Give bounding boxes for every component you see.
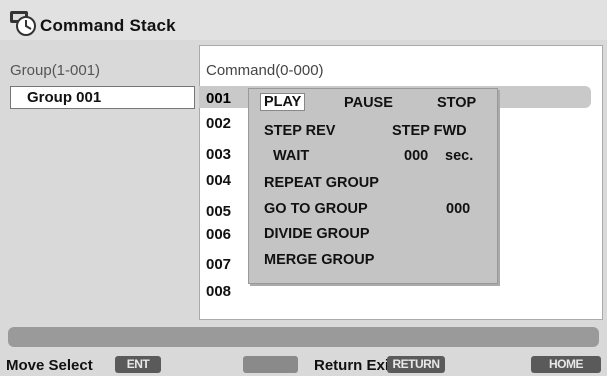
enter-button[interactable]: ENT bbox=[115, 356, 161, 373]
command-row-002[interactable]: 002 bbox=[206, 115, 242, 132]
status-bar bbox=[8, 327, 599, 347]
home-menu-button[interactable]: HOME MENU bbox=[531, 356, 601, 373]
command-row-008[interactable]: 008 bbox=[206, 283, 242, 300]
command-row-004[interactable]: 004 bbox=[206, 172, 242, 189]
blank-button[interactable] bbox=[243, 356, 298, 373]
return-exit-label: Return Exit bbox=[314, 357, 395, 374]
header-bar: Command Stack bbox=[0, 0, 607, 40]
command-stack-icon bbox=[10, 11, 36, 36]
group-item-label: Group 001 bbox=[27, 89, 102, 106]
menu-item-pause[interactable]: PAUSE bbox=[344, 95, 393, 111]
page-title: Command Stack bbox=[40, 16, 176, 35]
group-list-item[interactable]: Group 001 bbox=[10, 86, 195, 109]
return-button[interactable]: RETURN bbox=[387, 356, 445, 373]
command-column-header: Command(0-000) bbox=[206, 62, 324, 79]
menu-item-merge-group[interactable]: MERGE GROUP bbox=[264, 252, 374, 268]
group-column-header: Group(1-001) bbox=[10, 62, 101, 79]
menu-item-step-rev[interactable]: STEP REV bbox=[264, 123, 335, 139]
go-to-group-value[interactable]: 000 bbox=[446, 201, 470, 217]
command-row-005[interactable]: 005 bbox=[206, 203, 242, 220]
wait-unit: sec. bbox=[445, 148, 474, 164]
menu-item-step-fwd[interactable]: STEP FWD bbox=[392, 123, 467, 139]
menu-item-stop[interactable]: STOP bbox=[437, 95, 476, 111]
menu-item-wait[interactable]: WAIT bbox=[273, 148, 309, 164]
move-select-label: Move Select bbox=[6, 357, 93, 374]
command-row-003[interactable]: 003 bbox=[206, 146, 242, 163]
footer-bar: Move Select ENT Return Exit RETURN HOME … bbox=[0, 350, 607, 376]
menu-item-play[interactable]: PLAY bbox=[260, 93, 306, 111]
menu-item-divide-group[interactable]: DIVIDE GROUP bbox=[264, 226, 370, 242]
command-row-006[interactable]: 006 bbox=[206, 226, 242, 243]
command-row-001[interactable]: 001 bbox=[206, 90, 242, 107]
wait-value[interactable]: 000 bbox=[404, 148, 428, 164]
menu-item-repeat-group[interactable]: REPEAT GROUP bbox=[264, 175, 379, 191]
menu-item-go-to-group[interactable]: GO TO GROUP bbox=[264, 201, 368, 217]
command-row-007[interactable]: 007 bbox=[206, 256, 242, 273]
